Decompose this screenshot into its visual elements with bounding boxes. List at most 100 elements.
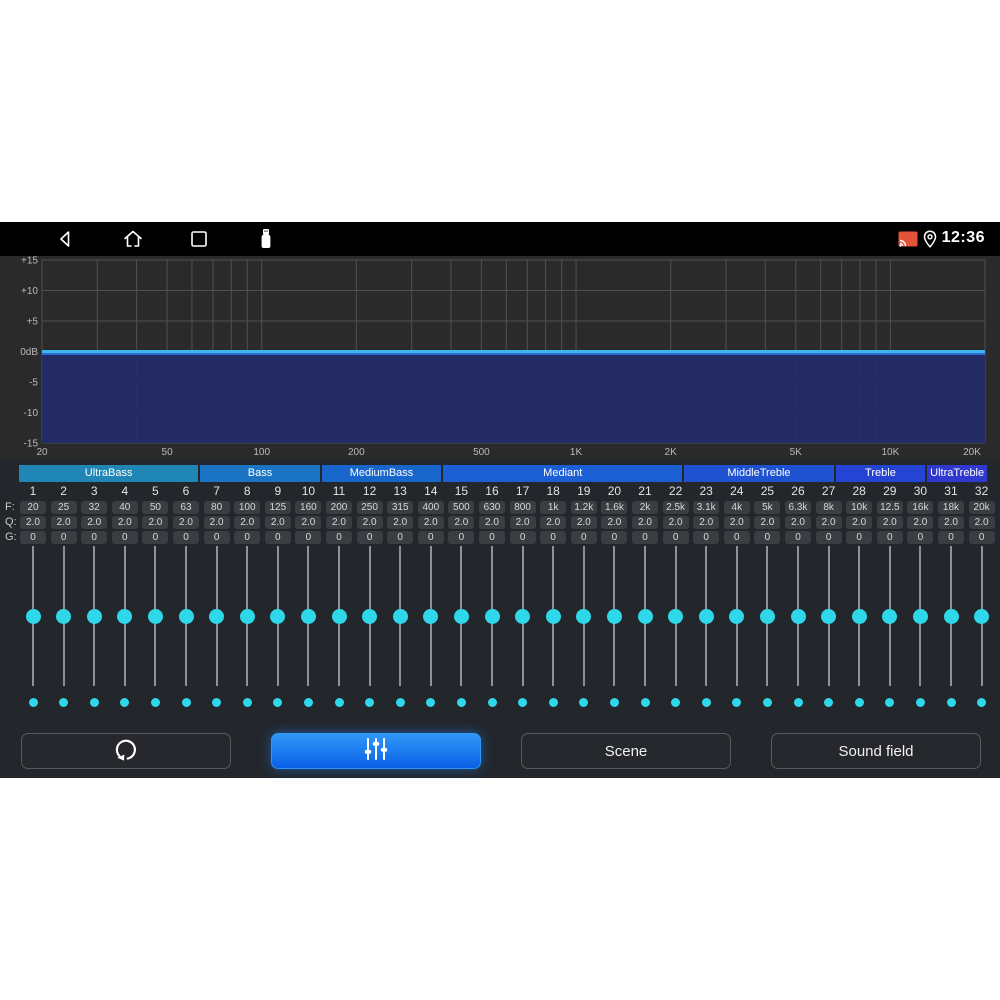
slider-knob[interactable] (515, 608, 531, 624)
eq-response-chart: +15 +10 +5 0dB -5 -10 -15 20 50 100 200 500 1K 2K 5K 10… (0, 256, 1000, 460)
q-value: 2.0 (81, 516, 108, 529)
channel-dot (59, 698, 69, 707)
q-value: 2.0 (876, 516, 903, 529)
eq-channel-column: 6 63 2.0 0 (171, 483, 202, 544)
slider-knob[interactable] (270, 608, 286, 624)
slider-knob[interactable] (147, 608, 163, 624)
slider-knob[interactable] (209, 608, 225, 624)
band-label-ultratreble: UltraTreble (927, 465, 987, 482)
channel-dot (365, 698, 375, 707)
slider-knob[interactable] (423, 608, 439, 624)
q-value: 2.0 (264, 516, 291, 529)
sound-field-button[interactable]: Sound field (771, 733, 981, 769)
eq-channel-column: 15 500 2.0 0 (446, 483, 477, 544)
gain-value: 0 (356, 531, 383, 544)
gain-value: 0 (662, 531, 689, 544)
gain-value: 0 (264, 531, 291, 544)
eq-channel-column: 21 2k 2.0 0 (630, 483, 661, 544)
slider-knob[interactable] (86, 608, 102, 624)
slider-knob[interactable] (56, 608, 72, 624)
freq-value: 500 (448, 501, 475, 514)
slider-knob[interactable] (974, 608, 990, 624)
channel-number: 27 (821, 484, 836, 498)
freq-value: 100 (234, 501, 261, 514)
slider-knob[interactable] (637, 608, 653, 624)
slider-knob[interactable] (331, 608, 347, 624)
svg-text:10K: 10K (881, 447, 899, 458)
slider-knob[interactable] (790, 608, 806, 624)
gain-value: 0 (172, 531, 199, 544)
eq-channel-column: 30 16k 2.0 0 (905, 483, 936, 544)
eq-channel-column: 29 12.5 2.0 0 (875, 483, 906, 544)
channel-dot (671, 698, 681, 707)
gain-value: 0 (723, 531, 750, 544)
slider-knob[interactable] (117, 608, 133, 624)
svg-text:+15: +15 (21, 256, 38, 267)
slider-knob[interactable] (912, 608, 928, 624)
channel-dot (273, 698, 283, 707)
freq-value: 400 (417, 501, 444, 514)
freq-value: 4k (723, 501, 750, 514)
slider-knob[interactable] (25, 608, 41, 624)
channel-dot (334, 698, 344, 707)
recents-icon[interactable] (190, 230, 208, 253)
q-value: 2.0 (111, 516, 138, 529)
channel-dot (701, 698, 711, 707)
band-label-mediumbass: MediumBass (321, 465, 442, 482)
head-unit-screen: 12:36 +15 +10 +5 0dB -5 -10 -15 20 50 100 200 500 1K… (0, 222, 1000, 778)
freq-value: 40 (111, 501, 138, 514)
slider-knob[interactable] (576, 608, 592, 624)
slider-knob[interactable] (943, 608, 959, 624)
channel-number: 9 (274, 484, 282, 498)
slider-knob[interactable] (300, 608, 316, 624)
eq-channel-column: 4 40 2.0 0 (110, 483, 141, 544)
equalizer-button[interactable] (271, 733, 481, 769)
channel-number: 11 (332, 484, 346, 498)
freq-value: 1k (540, 501, 567, 514)
q-value: 2.0 (846, 516, 873, 529)
slider-knob[interactable] (821, 608, 837, 624)
q-value: 2.0 (968, 516, 995, 529)
scene-button[interactable]: Scene (521, 733, 731, 769)
svg-text:20: 20 (36, 447, 48, 458)
slider-knob[interactable] (698, 608, 714, 624)
slider-knob[interactable] (484, 608, 500, 624)
gain-value: 0 (509, 531, 536, 544)
band-bar: UltraBass Bass MediumBass Mediant MiddleTreb… (19, 465, 987, 482)
slider-knob[interactable] (729, 608, 745, 624)
channel-dot (89, 698, 99, 707)
slider-knob[interactable] (759, 608, 775, 624)
slider-knob[interactable] (882, 608, 898, 624)
eq-channel-column: 8 100 2.0 0 (232, 483, 263, 544)
svg-text:500: 500 (473, 447, 490, 458)
home-icon[interactable] (122, 229, 144, 254)
back-icon[interactable] (55, 229, 75, 254)
q-value: 2.0 (662, 516, 689, 529)
q-value: 2.0 (815, 516, 842, 529)
channel-dot (640, 698, 650, 707)
slider-knob[interactable] (453, 608, 469, 624)
slider-knob[interactable] (178, 608, 194, 624)
gain-value: 0 (754, 531, 781, 544)
scene-button-label: Scene (604, 742, 648, 760)
slider-knob[interactable] (668, 608, 684, 624)
channel-dot (793, 698, 803, 707)
usb-drive-icon[interactable] (260, 228, 272, 255)
slider-knob[interactable] (362, 608, 378, 624)
channel-number: 21 (638, 484, 652, 498)
slider-knob[interactable] (392, 608, 408, 624)
channel-number: 5 (152, 484, 159, 498)
freq-value: 8k (815, 501, 842, 514)
equalizer-sliders-icon (363, 737, 389, 765)
slider-knob[interactable] (545, 608, 561, 624)
channel-dot (487, 698, 497, 707)
slider-knob[interactable] (606, 608, 622, 624)
channel-number: 10 (301, 484, 316, 498)
slider-knob[interactable] (239, 608, 255, 624)
gain-value: 0 (784, 531, 811, 544)
slider-knob[interactable] (851, 608, 867, 624)
reset-button[interactable] (21, 733, 231, 769)
q-value: 2.0 (570, 516, 597, 529)
channel-dot (242, 698, 252, 707)
eq-channel-column: 25 5k 2.0 0 (752, 483, 783, 544)
